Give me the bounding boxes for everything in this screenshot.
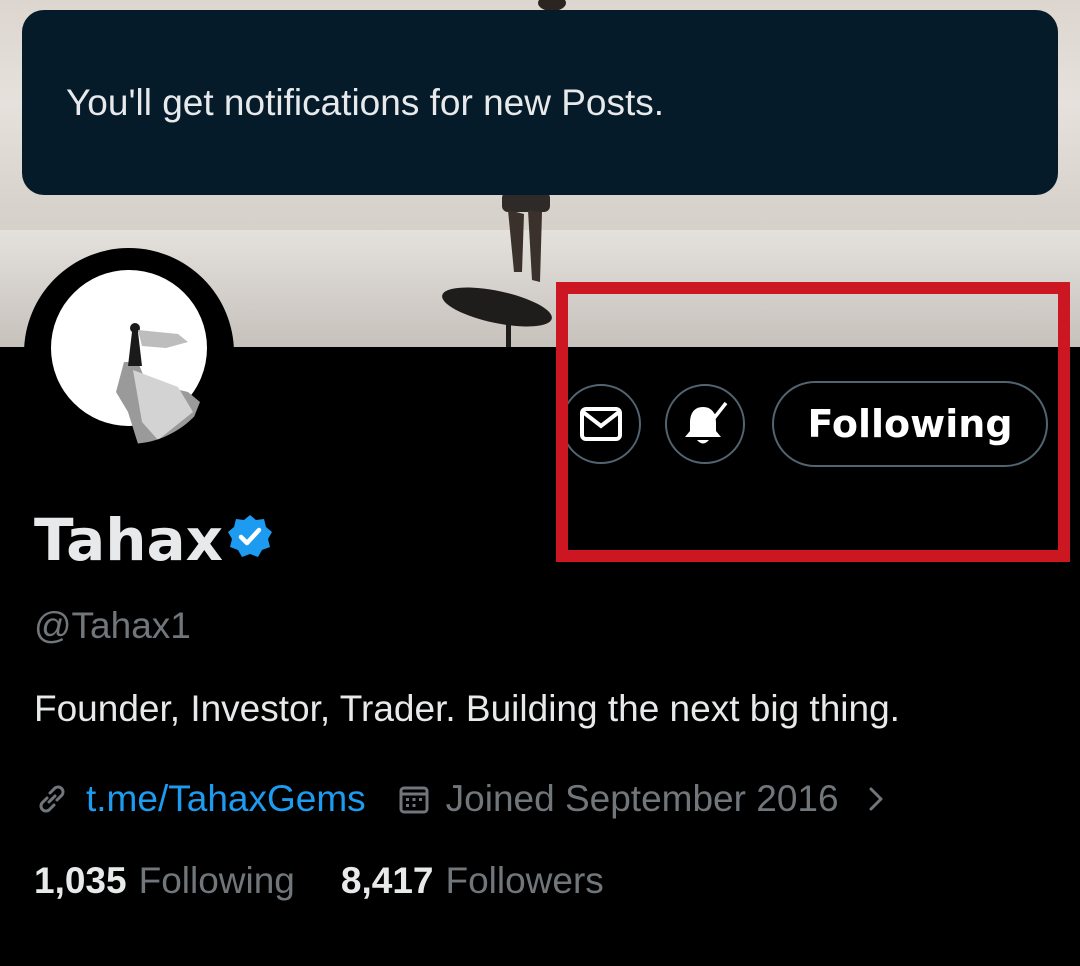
calendar-icon [399,786,429,814]
chevron-right-icon[interactable] [861,781,891,817]
bell-check-icon [685,401,728,444]
profile-bio: Founder, Investor, Trader. Building the … [34,688,900,729]
profile-meta: t.me/TahaxGems Joined September 2016 [34,775,891,823]
verified-badge-icon [228,515,272,557]
link-icon [39,785,65,813]
notification-toast: You'll get notifications for new Posts. [22,10,1058,195]
following-button[interactable]: Following [772,381,1048,467]
toast-message: You'll get notifications for new Posts. [66,82,665,123]
followers-stat[interactable]: 8,417 Followers [341,860,604,902]
joined-date: Joined September 2016 [445,778,839,819]
profile-stats: 1,035 Following 8,417 Followers [34,860,604,902]
profile-website-link[interactable]: t.me/TahaxGems [86,778,366,820]
followers-label: Followers [445,860,604,901]
profile-name: Tahax [34,506,224,574]
following-count: 1,035 [34,860,127,901]
following-stat[interactable]: 1,035 Following [34,860,295,902]
following-label: Following [138,860,295,901]
avatar-image [38,262,220,444]
message-button[interactable] [561,384,641,464]
envelope-icon [580,407,622,441]
notifications-button[interactable] [665,384,745,464]
profile-handle: @Tahax1 [34,605,191,646]
followers-count: 8,417 [340,860,434,901]
avatar[interactable] [24,248,234,458]
